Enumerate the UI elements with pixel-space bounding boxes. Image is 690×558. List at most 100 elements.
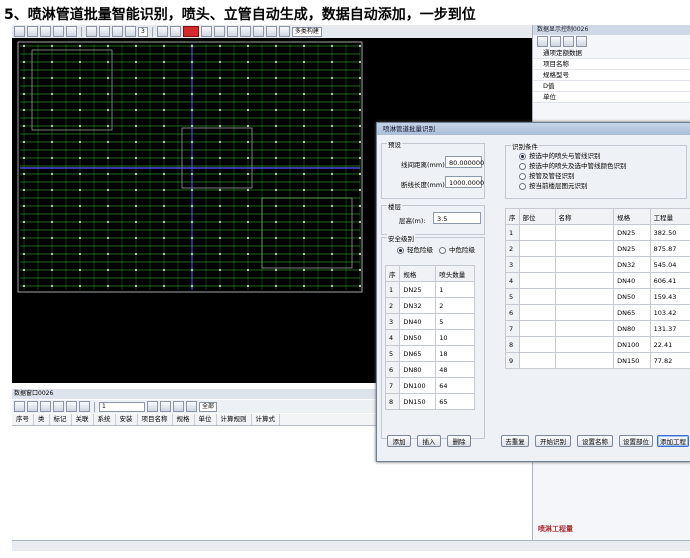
table-cell[interactable]: 1 xyxy=(505,224,520,241)
select-icon[interactable] xyxy=(112,26,123,37)
grid-icon[interactable] xyxy=(125,26,136,37)
table-cell[interactable]: DN100 xyxy=(613,336,651,353)
data-grid-column-header[interactable]: 计算规则 xyxy=(217,414,252,425)
radio-icon[interactable] xyxy=(397,246,404,254)
table-row[interactable]: 9 DN150 77.82 xyxy=(505,352,690,369)
data-grid-column-header[interactable]: 安装 xyxy=(116,414,138,425)
redo-icon[interactable] xyxy=(66,26,77,37)
table-cell[interactable]: DN32 xyxy=(613,256,651,273)
open-icon[interactable] xyxy=(27,26,38,37)
table-row[interactable]: 3 DN40 5 xyxy=(384,313,475,330)
table-cell[interactable]: 159.43 xyxy=(649,288,690,305)
table-row[interactable]: 5 DN50 159.43 xyxy=(505,288,690,305)
column-header[interactable]: 喷头数量 xyxy=(435,265,475,282)
sort-icon[interactable] xyxy=(160,401,171,412)
export-icon[interactable] xyxy=(173,401,184,412)
data-grid-column-header[interactable]: 关联 xyxy=(72,414,94,425)
table-cell[interactable]: DN32 xyxy=(399,297,437,314)
radio-option[interactable]: 按管及管径识别 xyxy=(519,172,575,181)
radio-icon[interactable] xyxy=(519,152,526,160)
table-cell[interactable]: 77.82 xyxy=(649,352,690,369)
refresh-icon[interactable] xyxy=(563,36,574,47)
column-header[interactable]: 部位 xyxy=(518,208,556,225)
radio-option[interactable]: 按当前楼层图元识别 xyxy=(519,182,588,191)
table-cell[interactable] xyxy=(518,352,556,369)
table-cell[interactable]: 131.37 xyxy=(649,320,690,337)
table-cell[interactable]: 606.41 xyxy=(649,272,690,289)
table-cell[interactable]: DN65 xyxy=(613,304,651,321)
table-cell[interactable]: 1 xyxy=(435,281,475,298)
table-row[interactable]: 5 DN65 18 xyxy=(384,345,475,362)
table-cell[interactable]: 48 xyxy=(435,361,475,378)
snap-icon[interactable] xyxy=(265,26,277,37)
table-row[interactable]: 3 DN32 545.04 xyxy=(505,256,690,273)
table-cell[interactable]: 6 xyxy=(505,304,520,321)
table-cell[interactable]: DN40 xyxy=(613,272,651,289)
property-row[interactable]: 单位 xyxy=(533,92,690,103)
table-cell[interactable]: DN150 xyxy=(399,393,437,410)
table-cell[interactable]: DN80 xyxy=(399,361,437,378)
radio-option[interactable]: 轻危险级 xyxy=(397,246,433,255)
table-cell[interactable]: 103.42 xyxy=(649,304,690,321)
table-cell[interactable]: 3 xyxy=(505,256,520,273)
table-cell[interactable] xyxy=(554,336,615,353)
radio-option[interactable]: 按选中的喷头及选中管线颜色识别 xyxy=(519,162,627,171)
column-header[interactable]: 名称 xyxy=(554,208,615,225)
add-button[interactable]: 添加 xyxy=(387,435,411,447)
table-cell[interactable]: 5 xyxy=(435,313,475,330)
table-cell[interactable]: 8 xyxy=(384,393,401,410)
table-cell[interactable] xyxy=(554,320,615,337)
copy-icon[interactable] xyxy=(27,401,38,412)
measure-icon[interactable] xyxy=(213,26,225,37)
radio-option[interactable]: 中危险级 xyxy=(439,246,475,255)
table-cell[interactable]: 5 xyxy=(384,345,401,362)
tools-icon[interactable] xyxy=(278,26,290,37)
set-name-button[interactable]: 设置名称 xyxy=(577,435,613,447)
color-picker-button[interactable] xyxy=(182,26,199,37)
table-cell[interactable]: DN150 xyxy=(613,352,651,369)
paste-icon[interactable] xyxy=(40,401,51,412)
layer-icon[interactable] xyxy=(156,26,168,37)
table-cell[interactable]: DN50 xyxy=(399,329,437,346)
zoom-icon[interactable] xyxy=(99,26,110,37)
table-cell[interactable] xyxy=(518,224,556,241)
column-header[interactable]: 规格 xyxy=(613,208,651,225)
column-header[interactable]: 序 xyxy=(384,265,401,282)
table-cell[interactable]: DN80 xyxy=(613,320,651,337)
table-row[interactable]: 1 DN25 1 xyxy=(384,281,475,298)
filter-value-field[interactable]: 1 xyxy=(99,401,145,412)
table-cell[interactable]: 65 xyxy=(435,393,475,410)
filter-all-option[interactable]: 全部 xyxy=(199,401,218,412)
table-cell[interactable]: DN50 xyxy=(613,288,651,305)
table-cell[interactable]: 6 xyxy=(384,361,401,378)
data-grid-column-header[interactable]: 单位 xyxy=(195,414,217,425)
table-row[interactable]: 4 DN50 10 xyxy=(384,329,475,346)
table-cell[interactable] xyxy=(518,240,556,257)
table-cell[interactable] xyxy=(554,304,615,321)
table-row[interactable]: 6 DN65 103.42 xyxy=(505,304,690,321)
delete-row-icon[interactable] xyxy=(53,401,64,412)
table-row[interactable]: 2 DN25 875.87 xyxy=(505,240,690,257)
table-icon[interactable] xyxy=(226,26,238,37)
spec-table[interactable]: 序规格 喷头数量 1 DN25 1 2 DN32 2 3 DN40 5 4 DN50 10 5 DN65 18 6… xyxy=(384,265,475,410)
linetype-icon[interactable] xyxy=(200,26,212,37)
table-cell[interactable]: 18 xyxy=(435,345,475,362)
delete-button[interactable]: 删除 xyxy=(447,435,471,447)
column-header[interactable]: 规格 xyxy=(399,265,437,282)
save-icon[interactable] xyxy=(40,26,51,37)
radio-icon[interactable] xyxy=(439,246,446,254)
table-row[interactable]: 8 DN100 22.41 xyxy=(505,336,690,353)
properties-icon[interactable] xyxy=(169,26,181,37)
table-cell[interactable] xyxy=(518,320,556,337)
table-row[interactable]: 1 DN25 382.50 xyxy=(505,224,690,241)
table-cell[interactable]: 545.04 xyxy=(649,256,690,273)
data-grid-column-header[interactable]: 系统 xyxy=(94,414,116,425)
column-header[interactable]: 序 xyxy=(505,208,520,225)
table-cell[interactable] xyxy=(518,272,556,289)
table-row[interactable]: 4 DN40 606.41 xyxy=(505,272,690,289)
table-row[interactable]: 7 DN100 64 xyxy=(384,377,475,394)
set-part-button[interactable]: 设置部位 xyxy=(619,435,653,447)
edit-icon[interactable] xyxy=(66,401,77,412)
floor-height-input[interactable]: 3.5 xyxy=(433,212,481,224)
category-icon[interactable] xyxy=(550,36,561,47)
